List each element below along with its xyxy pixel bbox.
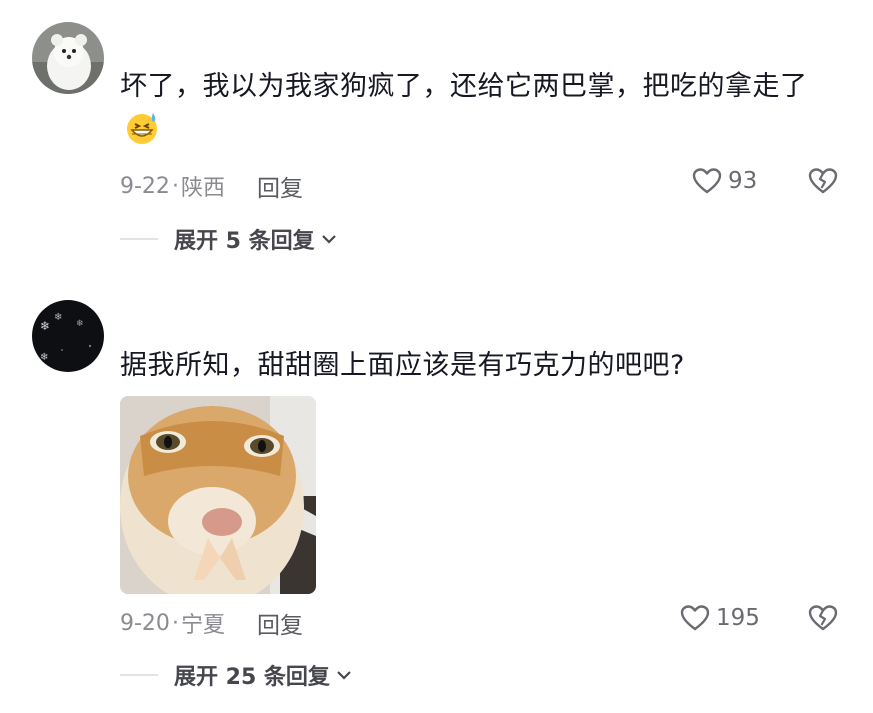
heart-outline-icon <box>680 605 710 631</box>
like-button[interactable]: 195 <box>680 604 760 632</box>
comment-body: 据我所知，甜甜圈上面应该是有巧克力的吧吧? <box>120 350 685 381</box>
avatar[interactable]: ❄ ❄ ❄ ❄ <box>32 300 104 372</box>
dislike-button[interactable] <box>808 604 838 636</box>
svg-text:❄: ❄ <box>54 312 62 323</box>
expand-replies-label: 展开 25 条回复 <box>174 665 330 690</box>
meta-separator: · <box>171 173 179 199</box>
broken-heart-icon <box>808 168 838 194</box>
expand-replies-button[interactable]: 展开 25 条回复 <box>120 659 352 691</box>
comment-meta: 9-22 · 陕西 回复 <box>120 169 303 203</box>
broken-heart-icon <box>808 605 838 631</box>
heart-outline-icon <box>692 168 722 194</box>
reply-button[interactable]: 回复 <box>257 169 303 203</box>
expand-replies-button[interactable]: 展开 5 条回复 <box>120 223 337 255</box>
svg-text:❄: ❄ <box>40 352 48 363</box>
svg-text:❄: ❄ <box>76 319 84 329</box>
svg-text:❄: ❄ <box>40 319 50 333</box>
expand-replies-label: 展开 5 条回复 <box>174 229 315 254</box>
cat-praying-sticker[interactable] <box>120 396 316 594</box>
like-count: 195 <box>716 605 760 631</box>
dislike-button[interactable] <box>808 167 838 199</box>
grinning-sweat-emoji-icon <box>124 110 160 160</box>
comment-meta: 9-20 · 宁夏 回复 <box>120 606 303 640</box>
comment-date: 9-20 <box>120 610 170 636</box>
avatar[interactable] <box>32 22 104 94</box>
comment-location: 宁夏 <box>180 613 225 638</box>
chevron-down-icon <box>337 671 351 680</box>
reply-button[interactable]: 回复 <box>257 606 303 640</box>
comment-text: 据我所知，甜甜圈上面应该是有巧克力的吧吧? <box>120 343 840 388</box>
comment-location: 陕西 <box>180 176 225 201</box>
chevron-down-icon <box>321 235 336 244</box>
comment-date: 9-22 <box>120 173 170 199</box>
comment-text: 坏了，我以为我家狗疯了，还给它两巴掌，把吃的拿走了 <box>120 64 840 160</box>
like-button[interactable]: 93 <box>692 167 757 195</box>
comment-body: 坏了，我以为我家狗疯了，还给它两巴掌，把吃的拿走了 <box>120 71 808 102</box>
divider-line <box>120 238 158 240</box>
divider-line <box>120 674 158 676</box>
meta-separator: · <box>171 610 179 636</box>
like-count: 93 <box>728 168 758 194</box>
